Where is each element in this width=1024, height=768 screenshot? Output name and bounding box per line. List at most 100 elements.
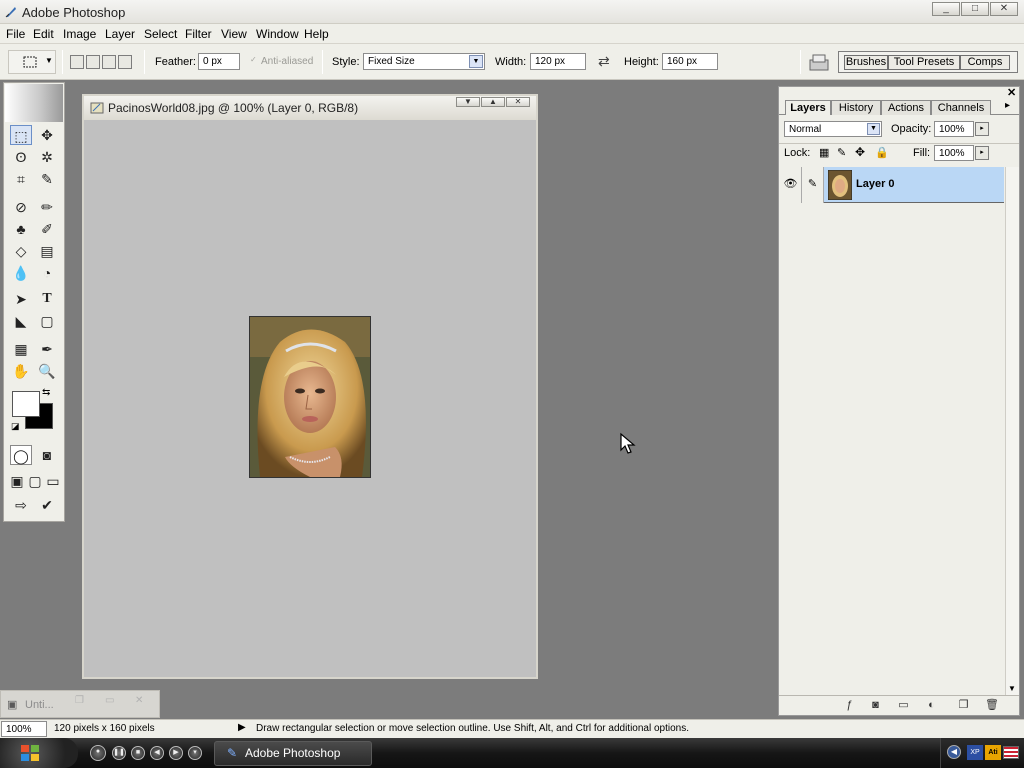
- lock-transparency-icon[interactable]: ▦: [819, 146, 829, 159]
- tray-xp-icon[interactable]: XP: [967, 745, 983, 760]
- media-next-icon[interactable]: ▶: [169, 746, 183, 760]
- crop-tool-icon[interactable]: ⌗: [10, 169, 32, 189]
- antialias-checkbox[interactable]: ✓: [250, 55, 257, 64]
- zoom-tool-icon[interactable]: 🔍: [36, 361, 58, 381]
- fill-slider-button[interactable]: ▸: [975, 146, 989, 160]
- media-play-icon[interactable]: ●: [90, 745, 106, 761]
- minimize-button[interactable]: _: [932, 2, 960, 16]
- menu-layer[interactable]: Layer: [105, 27, 135, 41]
- new-selection-icon[interactable]: [70, 55, 84, 69]
- tray-language-flag-icon[interactable]: [1003, 746, 1019, 759]
- eraser-tool-icon[interactable]: ◇: [10, 241, 32, 261]
- document-title-bar[interactable]: PacinosWorld08.jpg @ 100% (Layer 0, RGB/…: [84, 96, 536, 120]
- layers-scrollbar[interactable]: ▼: [1005, 167, 1019, 695]
- menu-help[interactable]: Help: [304, 27, 329, 41]
- lock-image-icon[interactable]: ✎: [837, 146, 846, 159]
- dodge-tool-icon[interactable]: ◔: [36, 263, 58, 283]
- well-tab-comps[interactable]: Comps: [960, 55, 1010, 70]
- blur-tool-icon[interactable]: 💧: [10, 263, 32, 283]
- brush-link-icon[interactable]: ✎: [802, 167, 824, 203]
- zoom-input[interactable]: 100%: [1, 721, 47, 737]
- intersect-selection-icon[interactable]: [118, 55, 132, 69]
- add-to-selection-icon[interactable]: [86, 55, 100, 69]
- lock-all-icon[interactable]: 🔒: [875, 146, 889, 159]
- close-button[interactable]: ✕: [990, 2, 1018, 16]
- menu-edit[interactable]: Edit: [33, 27, 54, 41]
- slice-tool-icon[interactable]: ✎: [36, 169, 58, 189]
- width-input[interactable]: 120 px: [530, 53, 586, 70]
- media-menu-icon[interactable]: ▾: [188, 746, 202, 760]
- layer-name[interactable]: Layer 0: [856, 178, 895, 190]
- swap-colors-icon[interactable]: ⇆: [42, 387, 50, 398]
- pen-tool-icon[interactable]: ◣: [10, 311, 32, 331]
- trash-icon[interactable]: 🗑: [985, 699, 999, 712]
- type-tool-icon[interactable]: T: [36, 289, 58, 309]
- foreground-color-swatch[interactable]: [12, 391, 40, 417]
- close-icon[interactable]: ✕: [135, 695, 143, 706]
- magic-wand-tool-icon[interactable]: ✲: [36, 147, 58, 167]
- move-tool-icon[interactable]: ✥: [36, 125, 58, 145]
- doc-close-button[interactable]: ✕: [506, 97, 530, 107]
- notes-tool-icon[interactable]: ▦: [10, 339, 32, 359]
- subtract-from-selection-icon[interactable]: [102, 55, 116, 69]
- swap-dimensions-icon[interactable]: ⇄: [598, 53, 610, 70]
- media-previous-icon[interactable]: ◀: [150, 746, 164, 760]
- doc-maximize-button[interactable]: ▲: [481, 97, 505, 107]
- full-screen-mode-icon[interactable]: ▭: [44, 471, 62, 491]
- opacity-input[interactable]: 100%: [934, 121, 974, 137]
- new-layer-icon[interactable]: ❐: [957, 699, 970, 712]
- clone-stamp-tool-icon[interactable]: ♣: [10, 219, 32, 239]
- media-stop-icon[interactable]: ■: [131, 746, 145, 760]
- standard-screen-mode-icon[interactable]: ▣: [8, 471, 26, 491]
- palette-menu-icon[interactable]: ▸: [1005, 100, 1010, 111]
- default-colors-icon[interactable]: ◪: [11, 421, 20, 432]
- tab-channels[interactable]: Channels: [931, 100, 991, 115]
- restore-icon[interactable]: ❐: [75, 695, 84, 706]
- opacity-slider-button[interactable]: ▸: [975, 122, 989, 136]
- well-tab-brushes[interactable]: Brushes: [844, 55, 888, 70]
- menu-window[interactable]: Window: [256, 27, 299, 41]
- menu-filter[interactable]: Filter: [185, 27, 212, 41]
- blend-mode-select[interactable]: Normal ▼: [784, 121, 882, 137]
- history-brush-tool-icon[interactable]: ✐: [36, 219, 58, 239]
- tool-preset-picker[interactable]: ▼: [8, 50, 56, 74]
- adjustment-layer-icon[interactable]: ◐: [925, 699, 938, 712]
- menu-file[interactable]: File: [6, 27, 25, 41]
- gradient-tool-icon[interactable]: ▤: [36, 241, 58, 261]
- lasso-tool-icon[interactable]: ʘ: [10, 147, 32, 167]
- height-input[interactable]: 160 px: [662, 53, 718, 70]
- feather-input[interactable]: 0 px: [198, 53, 240, 70]
- adobe-online-feather-icon[interactable]: [5, 84, 63, 122]
- chevron-down-icon[interactable]: ▼: [469, 55, 483, 68]
- style-select[interactable]: Fixed Size ▼: [363, 53, 485, 70]
- marquee-tool-icon[interactable]: ⬚: [10, 125, 32, 145]
- fill-input[interactable]: 100%: [934, 145, 974, 161]
- menu-image[interactable]: Image: [63, 27, 96, 41]
- tray-collapse-icon[interactable]: ◀: [947, 745, 961, 759]
- chevron-down-icon[interactable]: ▼: [867, 123, 880, 135]
- document-image[interactable]: [249, 316, 371, 478]
- path-selection-tool-icon[interactable]: ➤: [10, 289, 32, 309]
- doc-minimize-button[interactable]: ▼: [456, 97, 480, 107]
- maximize-button[interactable]: □: [961, 2, 989, 16]
- layer-row[interactable]: 👁 ✎ Layer 0: [780, 167, 1004, 203]
- taskbar-item-photoshop[interactable]: ✎ Adobe Photoshop: [214, 741, 372, 766]
- media-pause-icon[interactable]: ❚❚: [112, 746, 126, 760]
- status-menu-arrow-icon[interactable]: ▶: [238, 722, 246, 733]
- menu-view[interactable]: View: [221, 27, 247, 41]
- close-icon[interactable]: ✕: [1007, 86, 1016, 99]
- tab-history[interactable]: History: [831, 100, 881, 115]
- tray-ati-icon[interactable]: Ati: [985, 745, 1001, 760]
- file-browser-icon[interactable]: [808, 52, 830, 72]
- eye-visibility-icon[interactable]: 👁: [780, 167, 802, 203]
- tab-layers[interactable]: Layers: [785, 100, 831, 115]
- tab-actions[interactable]: Actions: [881, 100, 931, 115]
- standard-mode-icon[interactable]: ◯: [10, 445, 32, 465]
- scroll-down-icon[interactable]: ▼: [1008, 684, 1016, 693]
- well-tab-tool-presets[interactable]: Tool Presets: [888, 55, 960, 70]
- minimized-document-window[interactable]: ▣ Unti... ❐ ▭ ✕: [0, 690, 160, 718]
- shape-tool-icon[interactable]: ▢: [36, 311, 58, 331]
- new-group-icon[interactable]: ▭: [897, 699, 910, 712]
- add-mask-icon[interactable]: ◙: [869, 699, 882, 712]
- start-button[interactable]: [0, 738, 78, 768]
